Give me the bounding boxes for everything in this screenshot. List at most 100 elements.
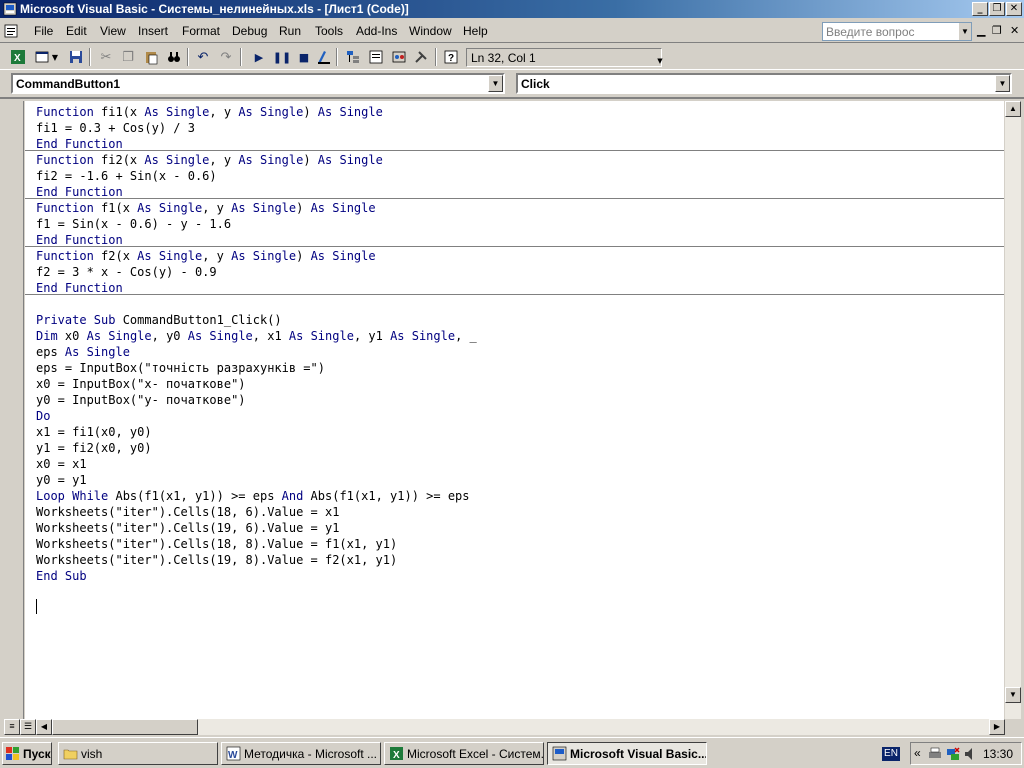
menu-help[interactable]: Help: [463, 24, 488, 38]
restore-button[interactable]: ❐: [989, 2, 1005, 16]
scroll-left-icon[interactable]: ◀: [36, 719, 52, 735]
code-keyword: As Single: [144, 153, 210, 167]
menu-tools[interactable]: Tools: [315, 24, 343, 38]
start-button[interactable]: Пуск: [2, 742, 52, 765]
code-editor[interactable]: Function fi1(x As Single, y As Single) A…: [25, 101, 1004, 719]
chevron-down-icon[interactable]: ▼: [959, 23, 971, 40]
menu-edit[interactable]: Edit: [66, 24, 87, 38]
task-vish[interactable]: vish: [58, 742, 218, 765]
view-excel-icon[interactable]: X: [8, 48, 28, 66]
code-text: fi2 = -1.6 + Sin(x - 0.6): [36, 169, 217, 183]
find-icon[interactable]: [164, 48, 184, 66]
language-indicator[interactable]: EN: [882, 747, 900, 761]
full-module-view-icon[interactable]: ☰: [20, 719, 36, 735]
toolbar-separator: [89, 48, 91, 66]
tray-expand-icon[interactable]: «: [914, 746, 921, 760]
menu-format[interactable]: Format: [182, 24, 220, 38]
code-line[interactable]: y0 = InputBox("y- початкове"): [36, 393, 246, 409]
project-explorer-icon[interactable]: [343, 48, 363, 66]
code-line[interactable]: Do: [36, 409, 50, 425]
code-line[interactable]: y0 = y1: [36, 473, 87, 489]
minimize-button[interactable]: _: [972, 2, 988, 16]
task-visual-basic[interactable]: Microsoft Visual Basic...: [547, 742, 707, 765]
code-line[interactable]: Function fi2(x As Single, y As Single) A…: [36, 153, 383, 169]
document-icon[interactable]: [3, 23, 19, 39]
close-button[interactable]: ✕: [1006, 2, 1022, 16]
code-line[interactable]: x0 = InputBox("x- початкове"): [36, 377, 246, 393]
code-line[interactable]: eps As Single: [36, 345, 130, 361]
code-line[interactable]: Function fi1(x As Single, y As Single) A…: [36, 105, 383, 121]
margin-indicator-bar[interactable]: [2, 101, 24, 719]
menu-view[interactable]: View: [100, 24, 126, 38]
code-line[interactable]: Dim x0 As Single, y0 As Single, x1 As Si…: [36, 329, 477, 345]
menu-run[interactable]: Run: [279, 24, 301, 38]
code-line[interactable]: Worksheets("iter").Cells(18, 8).Value = …: [36, 537, 397, 553]
menu-file[interactable]: File: [34, 24, 53, 38]
code-line[interactable]: f2 = 3 * x - Cos(y) - 0.9: [36, 265, 217, 281]
title-bar[interactable]: Microsoft Visual Basic - Системы_нелиней…: [0, 0, 1024, 18]
design-mode-icon[interactable]: [314, 48, 334, 66]
scroll-up-icon[interactable]: ▲: [1005, 101, 1021, 117]
cut-icon[interactable]: ✂: [96, 48, 116, 66]
code-line[interactable]: f1 = Sin(x - 0.6) - y - 1.6: [36, 217, 231, 233]
toolbox-icon[interactable]: [411, 48, 431, 66]
stop-icon[interactable]: ■: [294, 48, 314, 66]
pause-icon[interactable]: ❚❚: [272, 48, 292, 66]
procedure-separator: [25, 198, 1004, 199]
scroll-down-icon[interactable]: ▼: [1005, 687, 1021, 703]
code-line[interactable]: Worksheets("iter").Cells(19, 6).Value = …: [36, 521, 339, 537]
object-browser-icon[interactable]: [389, 48, 409, 66]
code-line[interactable]: Worksheets("iter").Cells(19, 8).Value = …: [36, 553, 397, 569]
save-icon[interactable]: [66, 48, 86, 66]
horizontal-scroll-thumb[interactable]: [52, 719, 198, 735]
procedure-combo[interactable]: Click ▼: [516, 73, 1012, 94]
code-line[interactable]: Function f1(x As Single, y As Single) As…: [36, 201, 376, 217]
code-line[interactable]: y1 = fi2(x0, y0): [36, 441, 152, 457]
code-line[interactable]: Loop While Abs(f1(x1, y1)) >= eps And Ab…: [36, 489, 470, 505]
volume-icon[interactable]: [963, 746, 979, 762]
undo-icon[interactable]: ↶: [193, 48, 213, 66]
chevron-down-icon[interactable]: ▼: [50, 48, 60, 66]
toolbar-options-icon[interactable]: ▼: [650, 52, 670, 70]
code-line[interactable]: eps = InputBox("точність разрахунків ="): [36, 361, 325, 377]
chevron-down-icon[interactable]: ▼: [488, 75, 503, 92]
menu-insert[interactable]: Insert: [138, 24, 168, 38]
code-line[interactable]: x0 = x1: [36, 457, 87, 473]
help-icon[interactable]: ?: [441, 48, 461, 66]
mdi-close-icon[interactable]: ✕: [1010, 24, 1019, 37]
code-line[interactable]: Private Sub CommandButton1_Click(): [36, 313, 282, 329]
vertical-scrollbar[interactable]: ▲ ▼: [1005, 101, 1021, 719]
code-text: fi1(x: [93, 105, 145, 119]
printer-icon[interactable]: [927, 746, 943, 762]
code-line[interactable]: fi2 = -1.6 + Sin(x - 0.6): [36, 169, 217, 185]
horizontal-scrollbar[interactable]: ◀ ▶: [36, 719, 1005, 735]
object-combo[interactable]: CommandButton1 ▼: [11, 73, 505, 94]
menu-add-ins[interactable]: Add-Ins: [356, 24, 397, 38]
mdi-minimize-icon[interactable]: ▁: [977, 24, 985, 37]
procedure-view-icon[interactable]: ≡: [4, 719, 20, 735]
paste-icon[interactable]: [141, 48, 161, 66]
code-keyword: As Single: [231, 249, 297, 263]
code-line[interactable]: Worksheets("iter").Cells(18, 6).Value = …: [36, 505, 339, 521]
network-icon[interactable]: [945, 746, 961, 762]
menu-window[interactable]: Window: [409, 24, 452, 38]
redo-icon[interactable]: ↷: [216, 48, 236, 66]
code-text: Abs(f1(x1, y1)) >= eps: [108, 489, 282, 503]
menu-debug[interactable]: Debug: [232, 24, 267, 38]
scroll-right-icon[interactable]: ▶: [989, 719, 1005, 735]
task-excel[interactable]: X Microsoft Excel - Систем...: [384, 742, 544, 765]
chevron-down-icon[interactable]: ▼: [995, 75, 1010, 92]
run-icon[interactable]: ▶: [249, 48, 269, 66]
ask-question-box[interactable]: Введите вопрос ▼: [822, 22, 972, 41]
code-line[interactable]: Function f2(x As Single, y As Single) As…: [36, 249, 376, 265]
code-line[interactable]: x1 = fi1(x0, y0): [36, 425, 152, 441]
properties-window-icon[interactable]: [366, 48, 386, 66]
mdi-restore-icon[interactable]: ❐: [992, 24, 1002, 37]
copy-icon[interactable]: ❐: [118, 48, 138, 66]
code-line[interactable]: End Sub: [36, 569, 87, 585]
code-line[interactable]: fi1 = 0.3 + Cos(y) / 3: [36, 121, 195, 137]
code-text: ): [296, 201, 311, 215]
code-keyword: As Single: [238, 105, 304, 119]
insert-userform-icon[interactable]: [32, 48, 52, 66]
task-word[interactable]: W Методичка - Microsoft ...: [221, 742, 381, 765]
